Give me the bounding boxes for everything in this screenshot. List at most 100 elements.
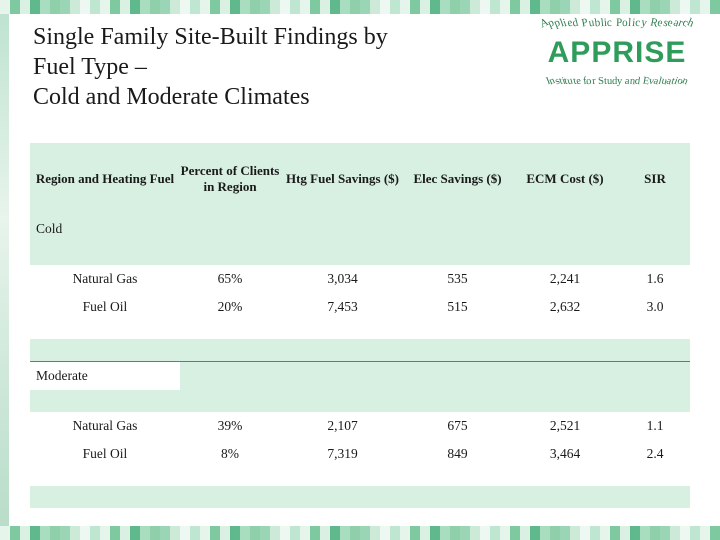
cell-sir: 3.0 — [646, 299, 664, 314]
column-header-elec-savings: Elec Savings ($) — [405, 143, 510, 215]
spacer-cell — [30, 390, 180, 412]
mosaic-cell — [280, 526, 290, 540]
mosaic-cell — [330, 526, 340, 540]
cell-ecm-cost: 2,521 — [549, 418, 581, 433]
mosaic-cell — [330, 0, 340, 14]
mosaic-cell — [100, 526, 110, 540]
mosaic-cell — [350, 526, 360, 540]
mosaic-cell — [220, 526, 230, 540]
mosaic-cell — [70, 0, 80, 14]
mosaic-cell — [420, 0, 430, 14]
spacer-cell — [620, 390, 690, 412]
column-header-htg-fuel-savings: Htg Fuel Savings ($) — [280, 143, 405, 215]
mosaic-cell — [680, 526, 690, 540]
mosaic-cell — [160, 526, 170, 540]
column-header-ecm-cost: ECM Cost ($) — [510, 143, 620, 215]
mosaic-cell — [50, 526, 60, 540]
mosaic-cell — [350, 0, 360, 14]
row-label: Fuel Oil — [82, 299, 128, 314]
band-cell — [180, 486, 280, 508]
spacer-cell — [510, 321, 620, 339]
mosaic-cell — [340, 0, 350, 14]
mosaic-cell — [580, 526, 590, 540]
spacer-cell — [405, 468, 510, 486]
band-cell — [620, 486, 690, 508]
mosaic-cell — [490, 0, 500, 14]
mosaic-cell — [70, 526, 80, 540]
mosaic-cell — [630, 526, 640, 540]
mosaic-cell — [450, 0, 460, 14]
mosaic-cell — [400, 526, 410, 540]
spacer-cell — [180, 468, 280, 486]
mosaic-cell — [470, 0, 480, 14]
mosaic-cell — [140, 526, 150, 540]
mosaic-cell — [270, 0, 280, 14]
table-row: Natural Gas 39% 2,107 675 2,521 1.1 — [30, 412, 690, 440]
spacer-cell — [30, 321, 180, 339]
mosaic-cell — [300, 0, 310, 14]
mosaic-cell — [490, 526, 500, 540]
spacer-cell — [30, 243, 180, 265]
cell-htg-fuel-savings: 3,034 — [327, 271, 358, 286]
band-cell — [280, 486, 405, 508]
group-blank-cell — [405, 215, 510, 243]
mosaic-cell — [100, 0, 110, 14]
mosaic-cell — [310, 526, 320, 540]
mosaic-cell — [240, 0, 250, 14]
mosaic-cell — [30, 0, 40, 14]
mosaic-cell — [380, 526, 390, 540]
mosaic-cell — [20, 0, 30, 14]
mosaic-cell — [460, 526, 470, 540]
decorative-bottom-bar — [0, 526, 720, 540]
cell-htg-fuel-savings: 2,107 — [327, 418, 358, 433]
column-header-percent: Percent of Clients in Region — [180, 143, 280, 215]
spacer-cell — [180, 243, 280, 265]
band-row — [30, 486, 690, 508]
mosaic-cell — [30, 526, 40, 540]
cell-elec-savings: 675 — [447, 418, 468, 433]
mosaic-cell — [430, 526, 440, 540]
mosaic-cell — [520, 0, 530, 14]
title-line-1: Single Family Site-Built Findings by — [33, 24, 388, 50]
table-row: Fuel Oil 8% 7,319 849 3,464 2.4 — [30, 440, 690, 468]
group-blank-cell — [180, 361, 280, 390]
mosaic-cell — [150, 0, 160, 14]
mosaic-cell — [270, 526, 280, 540]
cell-ecm-cost: 2,632 — [549, 299, 581, 314]
mosaic-cell — [60, 526, 70, 540]
spacer-cell — [405, 390, 510, 412]
mosaic-cell — [210, 526, 220, 540]
mosaic-cell — [240, 526, 250, 540]
spacer-cell — [405, 321, 510, 339]
mosaic-cell — [90, 0, 100, 14]
mosaic-cell — [480, 0, 490, 14]
cell-percent: 39% — [217, 418, 243, 433]
mosaic-cell — [360, 526, 370, 540]
mosaic-cell — [220, 0, 230, 14]
mosaic-cell — [700, 526, 710, 540]
page-title: Single Family Site-Built Findings by Fue… — [33, 22, 533, 112]
mosaic-cell — [40, 0, 50, 14]
cell-elec-savings: 515 — [447, 299, 468, 314]
mosaic-cell — [440, 0, 450, 14]
spacer-cell — [405, 243, 510, 265]
group-blank-cell — [280, 215, 405, 243]
mosaic-cell — [390, 0, 400, 14]
spacer-cell — [280, 468, 405, 486]
mosaic-cell — [380, 0, 390, 14]
mosaic-cell — [530, 526, 540, 540]
mosaic-cell — [440, 526, 450, 540]
cell-htg-fuel-savings: 7,453 — [327, 299, 358, 314]
mosaic-cell — [210, 0, 220, 14]
mosaic-cell — [620, 526, 630, 540]
band-cell — [180, 339, 280, 361]
mosaic-cell — [450, 526, 460, 540]
mosaic-cell — [410, 526, 420, 540]
mosaic-cell — [300, 526, 310, 540]
mosaic-cell — [180, 526, 190, 540]
apprise-logo: Applied Public Policy Research APPRISE I… — [522, 14, 712, 110]
mosaic-cell — [190, 526, 200, 540]
row-label: Fuel Oil — [82, 446, 128, 461]
mosaic-cell — [200, 0, 210, 14]
mosaic-cell — [230, 526, 240, 540]
